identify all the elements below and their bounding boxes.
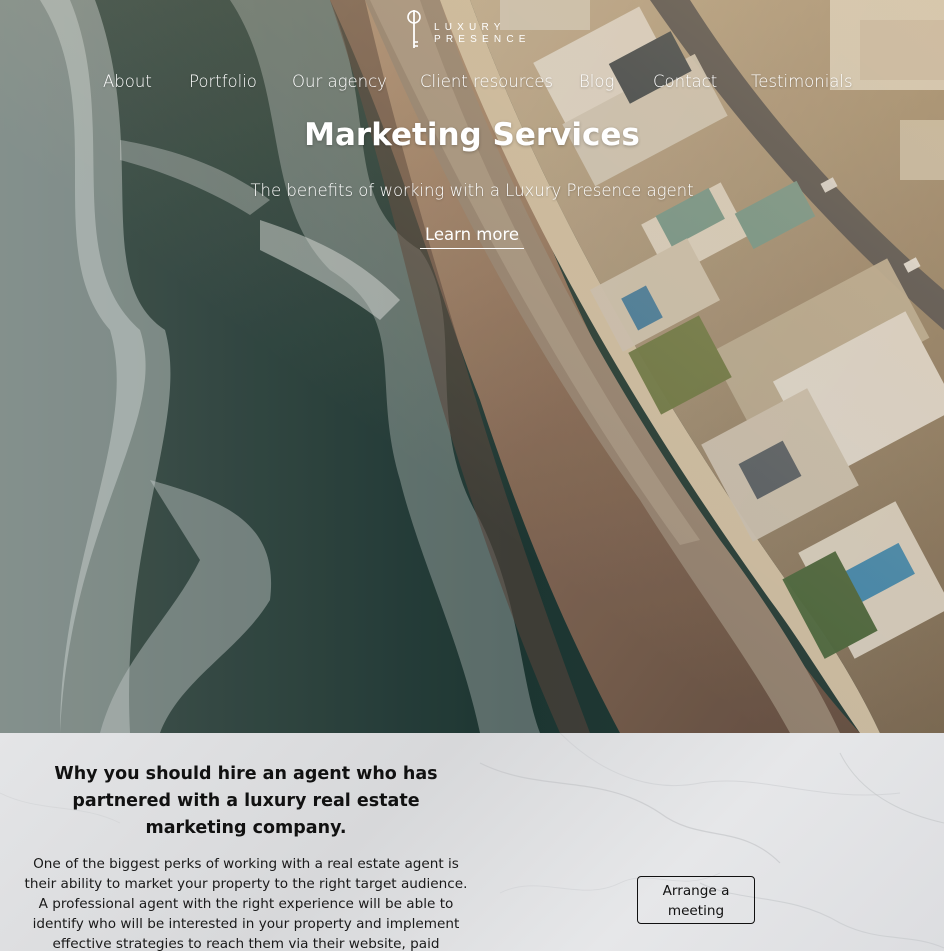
page-title: Marketing Services — [304, 117, 640, 153]
why-hire-section: Why you should hire an agent who has par… — [0, 733, 944, 951]
hero-background-image — [0, 0, 944, 733]
logo-line-1: LUXURY — [434, 22, 506, 33]
key-logo-icon — [407, 10, 421, 48]
why-hire-heading: Why you should hire an agent who has par… — [54, 764, 438, 838]
nav-item-client-resources[interactable]: Client resources — [420, 70, 553, 94]
brand-logo[interactable]: LUXURY PRESENCE — [404, 8, 544, 52]
hero-section: LUXURY PRESENCE About Portfolio Our agen… — [0, 0, 944, 733]
main-navigation: About Portfolio Our agency Client resour… — [0, 70, 944, 96]
nav-item-contact[interactable]: Contact — [653, 70, 717, 94]
logo-line-2: PRESENCE — [434, 34, 531, 45]
learn-more-link[interactable]: Learn more — [420, 223, 524, 249]
arrange-meeting-button[interactable]: Arrange a meeting — [637, 876, 755, 924]
nav-item-blog[interactable]: Blog — [579, 70, 614, 94]
why-hire-body-text: One of the biggest perks of working with… — [24, 856, 468, 951]
brand-wordmark: LUXURY PRESENCE — [434, 22, 531, 46]
nav-item-our-agency[interactable]: Our agency — [292, 70, 387, 94]
hero-subtitle: The benefits of working with a Luxury Pr… — [250, 181, 694, 200]
nav-item-about[interactable]: About — [103, 70, 152, 94]
nav-item-portfolio[interactable]: Portfolio — [189, 70, 257, 94]
nav-item-testimonials[interactable]: Testimonials — [751, 70, 853, 94]
